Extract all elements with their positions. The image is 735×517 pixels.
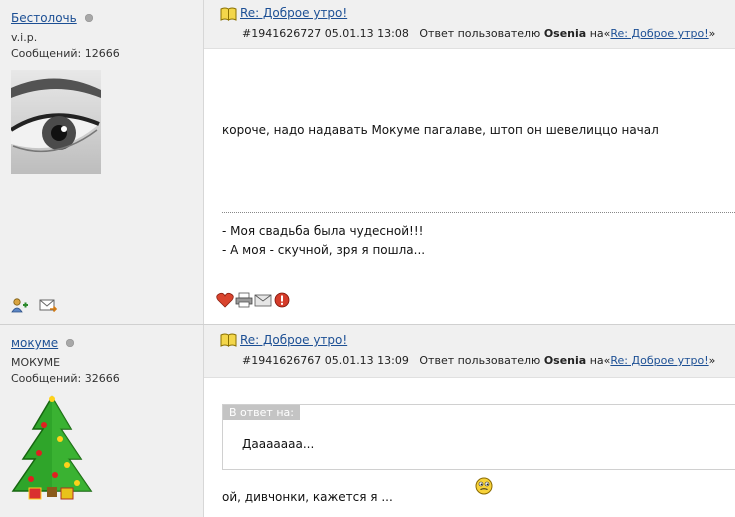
- user-message-count: Сообщений: 32666: [11, 372, 120, 385]
- post-actions: [216, 292, 291, 308]
- reply-author: Osenia: [543, 27, 587, 40]
- post-content: Re: Доброе утро! #1941626727 05.01.13 13…: [204, 0, 735, 324]
- on-word: на: [589, 27, 604, 40]
- private-message-icon[interactable]: [39, 297, 58, 313]
- post-header: Re: Доброе утро! #1941626767 05.01.13 13…: [204, 325, 735, 378]
- post-meta: #1941626727 05.01.13 13:08 Ответ пользов…: [242, 27, 715, 40]
- post-body-text: ой, дивчонки, кажется я ...: [222, 490, 393, 504]
- quote-box: В ответ на: Дааааааа...: [222, 404, 735, 470]
- on-word: на: [589, 354, 604, 367]
- quote-label: В ответ на:: [223, 405, 300, 420]
- post-id-date: #1941626767 05.01.13 13:09: [242, 354, 409, 367]
- signature-line-2: - А моя - скучной, зря я пошла...: [222, 243, 426, 257]
- book-icon: [220, 333, 237, 347]
- post-header: Re: Доброе утро! #1941626727 05.01.13 13…: [204, 0, 735, 49]
- reply-prefix: Ответ пользователю: [419, 354, 541, 367]
- user-sidebar: Бестолочь v.i.p. Сообщений: 12666: [0, 0, 204, 324]
- book-icon: [220, 7, 237, 21]
- christmas-tree-avatar: [11, 395, 93, 500]
- username-link[interactable]: Бестолочь: [11, 11, 77, 25]
- user-message-count: Сообщений: 12666: [11, 47, 120, 60]
- heart-icon[interactable]: [216, 292, 234, 308]
- reply-author: Osenia: [543, 354, 587, 367]
- warning-icon[interactable]: [273, 292, 291, 308]
- online-status-icon: [66, 339, 75, 347]
- quote-close: »: [708, 27, 716, 40]
- reply-ref-link[interactable]: Re: Доброе утро!: [610, 354, 708, 367]
- online-status-icon: [84, 14, 93, 22]
- post-id-date: #1941626727 05.01.13 13:08: [242, 27, 409, 40]
- username-row: Бестолочь: [11, 10, 93, 26]
- signature-line-1: - Моя свадьба была чудесной!!!: [222, 224, 424, 238]
- post-content: Re: Доброе утро! #1941626767 05.01.13 13…: [204, 325, 735, 517]
- username-row: мокуме: [11, 335, 75, 351]
- add-user-icon[interactable]: [11, 297, 29, 313]
- post-2: мокуме МОКУМЕ Сообщений: 32666 Re: Добро…: [0, 325, 735, 517]
- user-avatar: [11, 70, 101, 174]
- user-sidebar: мокуме МОКУМЕ Сообщений: 32666: [0, 325, 204, 517]
- envelope-icon[interactable]: [254, 292, 272, 308]
- user-actions: [11, 297, 58, 313]
- signature-divider: [222, 212, 735, 213]
- post-body-text: короче, надо надавать Мокуме пагалаве, ш…: [222, 123, 659, 137]
- reply-prefix: Ответ пользователю: [419, 27, 541, 40]
- quote-text: Дааааааа...: [242, 437, 315, 451]
- user-rank: МОКУМЕ: [11, 356, 61, 369]
- smiley-icon: [475, 477, 493, 495]
- user-rank: v.i.p.: [11, 31, 38, 44]
- post-title-link[interactable]: Re: Доброе утро!: [240, 333, 347, 347]
- quote-close: »: [708, 354, 716, 367]
- reply-ref-link[interactable]: Re: Доброе утро!: [610, 27, 708, 40]
- printer-icon[interactable]: [235, 292, 253, 308]
- post-title-link[interactable]: Re: Доброе утро!: [240, 6, 347, 20]
- post-1: Бестолочь v.i.p. Сообщений: 12666 Re: До…: [0, 0, 735, 324]
- post-meta: #1941626767 05.01.13 13:09 Ответ пользов…: [242, 354, 715, 367]
- username-link[interactable]: мокуме: [11, 336, 58, 350]
